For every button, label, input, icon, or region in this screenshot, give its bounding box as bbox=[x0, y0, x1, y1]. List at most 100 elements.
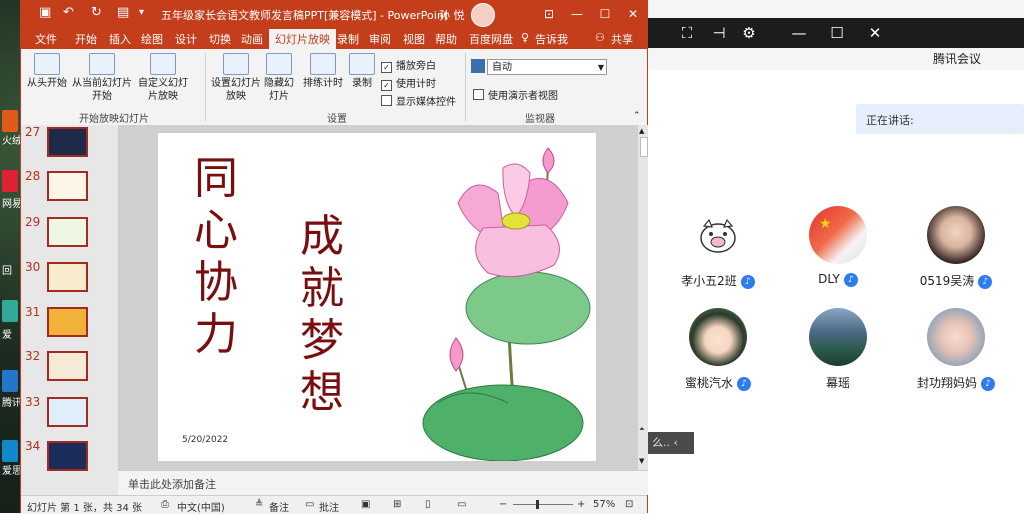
zoom-slider-handle[interactable] bbox=[536, 500, 539, 509]
reading-view-icon[interactable]: ▯ bbox=[425, 499, 431, 510]
undo-icon[interactable]: ↶ bbox=[63, 5, 74, 20]
present-icon[interactable]: ▤ bbox=[117, 5, 129, 20]
redo-icon[interactable]: ↻ bbox=[91, 5, 102, 20]
slide-thumbnail[interactable] bbox=[47, 397, 88, 427]
minimize-icon[interactable]: — bbox=[567, 4, 587, 24]
save-icon[interactable]: ▣ bbox=[39, 5, 51, 20]
fit-slide-icon[interactable]: ⊡ bbox=[625, 499, 633, 510]
desktop-app-icon[interactable] bbox=[2, 370, 18, 392]
close-icon[interactable]: ✕ bbox=[866, 24, 884, 42]
slide-title-column-2[interactable]: 成 就 梦 想 bbox=[296, 211, 348, 419]
tell-me-search[interactable]: 告诉我 bbox=[535, 31, 568, 47]
prev-slide-icon[interactable]: ⏶ bbox=[639, 425, 645, 434]
meeting-toolbar: ⛶ ⊣ ⚙ — ☐ ✕ bbox=[648, 18, 1024, 48]
language-status[interactable]: 中文(中国) bbox=[177, 499, 225, 514]
checkbox-label: 播放旁白 bbox=[396, 61, 436, 72]
close-icon[interactable]: ✕ bbox=[623, 4, 643, 24]
maximize-icon[interactable]: ☐ bbox=[828, 24, 846, 42]
from-beginning-button[interactable]: 从头开始 bbox=[27, 53, 67, 90]
slide-thumbnail[interactable] bbox=[47, 262, 88, 292]
hide-slide-button[interactable]: 隐藏幻灯片 bbox=[263, 53, 295, 103]
share-button[interactable]: 共享 bbox=[611, 31, 633, 47]
show-media-controls-checkbox[interactable]: 显示媒体控件 bbox=[381, 93, 456, 108]
custom-show-button[interactable]: 自定义幻灯片放映 bbox=[137, 53, 189, 103]
monitor-select[interactable]: 自动 ▼ bbox=[487, 59, 607, 75]
participant-tile[interactable]: 幕瑶 bbox=[788, 308, 888, 391]
desktop-app-icon[interactable] bbox=[2, 110, 18, 132]
floating-caption-bar[interactable]: 么.. ‹ bbox=[648, 432, 694, 454]
slide-sorter-icon[interactable]: ⊞ bbox=[393, 499, 401, 510]
notes-pane[interactable]: 单击此处添加备注 bbox=[118, 470, 648, 495]
normal-view-icon[interactable]: ▣ bbox=[361, 499, 370, 510]
user-name[interactable]: 孙 悦 bbox=[439, 7, 465, 23]
share-icon[interactable]: ⚇ bbox=[595, 31, 605, 44]
zoom-level[interactable]: 57% bbox=[593, 499, 615, 510]
maximize-icon[interactable]: ☐ bbox=[595, 4, 615, 24]
play-narrations-checkbox[interactable]: ✓ 播放旁白 bbox=[381, 57, 436, 73]
slideshow-view-icon[interactable]: ▭ bbox=[457, 499, 466, 510]
participant-tile[interactable]: ★ DLY ♪ bbox=[788, 206, 888, 287]
pin-icon[interactable]: ⊣ bbox=[710, 24, 728, 42]
participant-tile[interactable]: 0519吴涛 ♪ bbox=[906, 206, 1006, 289]
desktop-icon-label: 回 bbox=[2, 266, 12, 277]
lightbulb-icon[interactable]: ♀ bbox=[521, 31, 529, 44]
participant-tile[interactable]: 封功翔妈妈 ♪ bbox=[906, 308, 1006, 391]
slide-title-column-1[interactable]: 同 心 协 力 bbox=[190, 153, 242, 361]
desktop-app-icon[interactable] bbox=[2, 440, 18, 462]
slide-thumbnail[interactable] bbox=[47, 441, 88, 471]
screen-share-icon[interactable]: ⛶ bbox=[678, 24, 696, 42]
slide-thumbnail[interactable] bbox=[47, 217, 88, 247]
use-timings-checkbox[interactable]: ✓ 使用计时 bbox=[381, 75, 436, 91]
presenter-view-checkbox[interactable]: 使用演示者视图 bbox=[473, 87, 558, 102]
desktop-app-icon[interactable] bbox=[2, 170, 18, 192]
scroll-up-icon[interactable]: ▲ bbox=[639, 127, 644, 135]
zoom-out-icon[interactable]: − bbox=[499, 499, 507, 510]
current-slide[interactable]: 同 心 协 力 成 就 梦 想 5/20/2022 bbox=[158, 133, 596, 461]
from-current-button[interactable]: 从当前幻灯片开始 bbox=[71, 53, 133, 103]
slide-char: 协 bbox=[194, 257, 238, 308]
tab-slideshow[interactable]: 幻灯片放映 bbox=[269, 29, 336, 49]
zoom-slider[interactable] bbox=[513, 504, 573, 505]
avatar bbox=[809, 308, 867, 366]
tab-record[interactable]: 录制 bbox=[337, 31, 359, 47]
scroll-down-icon[interactable]: ▼ bbox=[639, 457, 644, 465]
tab-home[interactable]: 开始 bbox=[75, 31, 97, 47]
zoom-in-icon[interactable]: + bbox=[577, 499, 585, 510]
tab-help[interactable]: 帮助 bbox=[435, 31, 457, 47]
slide-thumbnail[interactable] bbox=[47, 171, 88, 201]
chevron-left-icon[interactable]: ‹ bbox=[674, 436, 678, 449]
notes-button[interactable]: 备注 bbox=[269, 499, 289, 514]
vertical-scrollbar[interactable]: ▲ ⏶ ▼ bbox=[638, 125, 648, 470]
tab-review[interactable]: 审阅 bbox=[369, 31, 391, 47]
tab-transitions[interactable]: 切换 bbox=[209, 31, 231, 47]
participant-tile[interactable]: 孝小五2班 ♪ bbox=[668, 206, 768, 289]
slide-thumbnail[interactable] bbox=[47, 351, 88, 381]
tab-view[interactable]: 视图 bbox=[403, 31, 425, 47]
custom-show-icon bbox=[150, 53, 176, 75]
participant-tile[interactable]: 蜜桃汽水 ♪ bbox=[668, 308, 768, 391]
tab-animations[interactable]: 动画 bbox=[241, 31, 263, 47]
avatar bbox=[689, 308, 747, 366]
comments-button[interactable]: 批注 bbox=[319, 499, 339, 514]
setup-show-button[interactable]: 设置幻灯片放映 bbox=[211, 53, 261, 103]
avatar[interactable] bbox=[471, 3, 495, 27]
tab-draw[interactable]: 绘图 bbox=[141, 31, 163, 47]
tab-baidu-netdisk[interactable]: 百度网盘 bbox=[469, 31, 513, 47]
collapse-ribbon-icon[interactable]: ⌃ bbox=[633, 111, 641, 121]
settings-icon[interactable]: ⚙ bbox=[740, 24, 758, 42]
desktop-icon-label: 火绒 bbox=[2, 136, 22, 147]
scroll-thumb[interactable] bbox=[640, 137, 648, 157]
minimize-icon[interactable]: — bbox=[790, 24, 808, 42]
tab-design[interactable]: 设计 bbox=[175, 31, 197, 47]
slide-thumbnail[interactable] bbox=[47, 307, 88, 337]
accessibility-icon[interactable]: ⎙ bbox=[161, 499, 169, 510]
ribbon-display-icon[interactable]: ⊡ bbox=[539, 4, 559, 24]
play-slide-icon bbox=[34, 53, 60, 75]
rehearse-timings-button[interactable]: 排练计时 bbox=[303, 53, 343, 90]
slide-thumbnail[interactable] bbox=[47, 127, 88, 157]
customize-dropdown-icon[interactable]: ▾ bbox=[139, 7, 144, 18]
tab-file[interactable]: 文件 bbox=[35, 31, 57, 47]
desktop-app-icon[interactable] bbox=[2, 300, 18, 322]
record-button[interactable]: 录制 bbox=[347, 53, 377, 90]
tab-insert[interactable]: 插入 bbox=[109, 31, 131, 47]
